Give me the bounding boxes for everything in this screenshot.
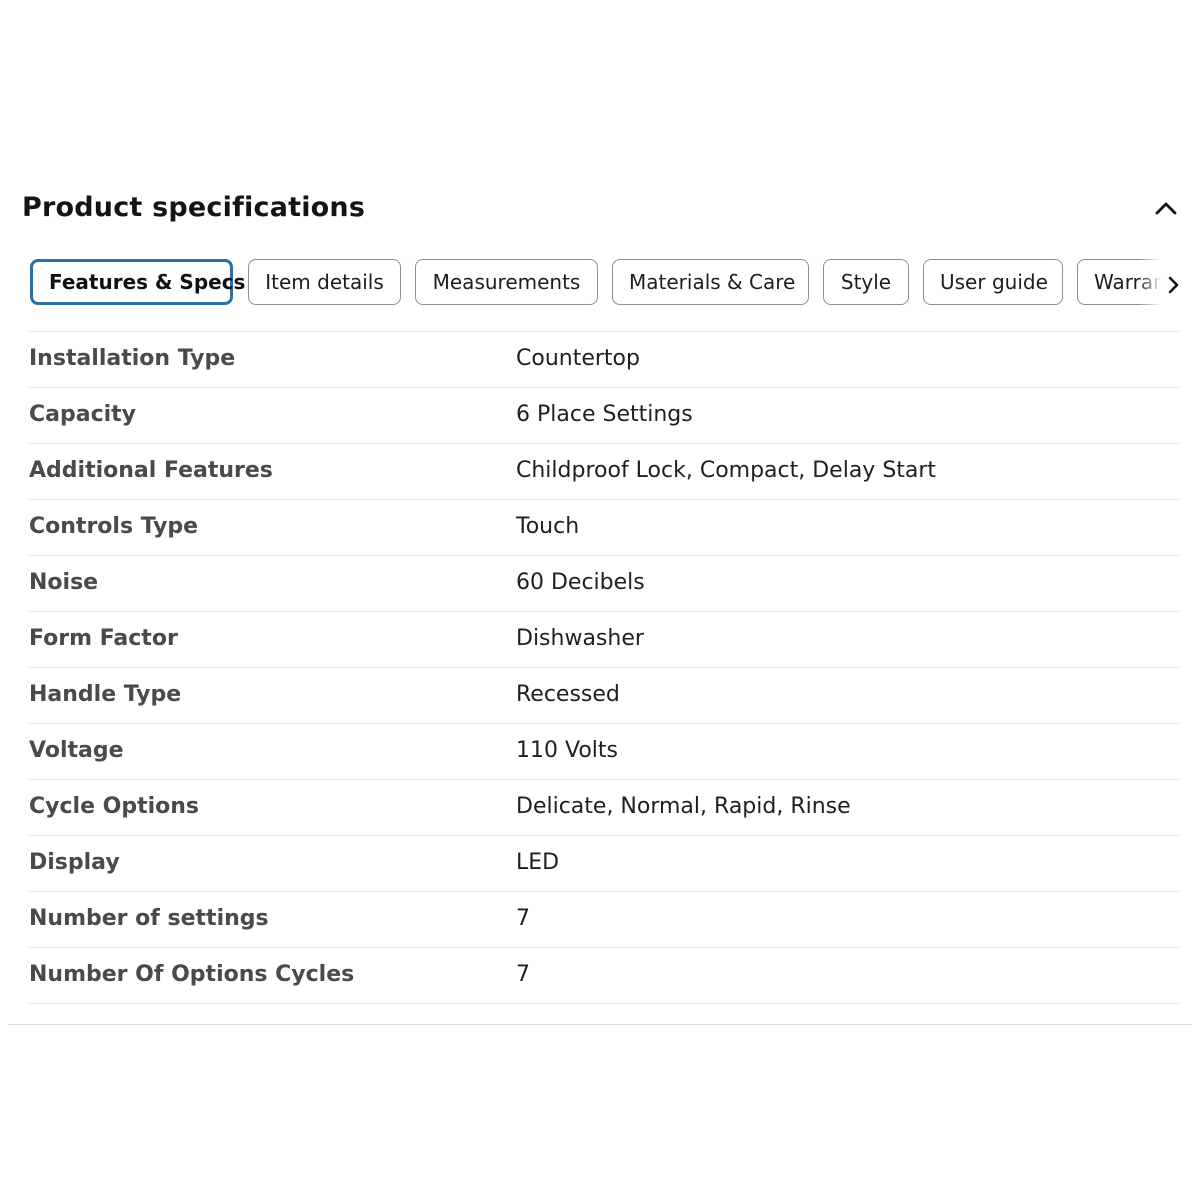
spec-value: Dishwasher (516, 626, 644, 651)
spec-value: Recessed (516, 682, 620, 707)
spec-label: Form Factor (29, 626, 178, 651)
spec-label: Cycle Options (29, 794, 200, 819)
spec-value: LED (516, 850, 560, 875)
spec-value: Childproof Lock, Compact, Delay Start (516, 458, 937, 483)
spec-value: 60 Decibels (516, 570, 645, 595)
spec-table: Installation Type Countertop Capacity 6 … (29, 331, 1179, 1004)
spec-label: Noise (29, 570, 99, 595)
spec-label: Capacity (29, 402, 137, 427)
table-row: Voltage 110 Volts (29, 723, 1179, 779)
spec-value: 110 Volts (516, 738, 618, 763)
spec-value: Countertop (516, 346, 640, 371)
table-row: Installation Type Countertop (29, 331, 1179, 387)
table-row: Number of settings 7 (29, 891, 1179, 947)
table-row: Cycle Options Delicate, Normal, Rapid, R… (29, 779, 1179, 835)
table-row: Controls Type Touch (29, 499, 1179, 555)
chevron-right-icon[interactable] (1164, 273, 1184, 297)
table-row: Handle Type Recessed (29, 667, 1179, 723)
tab-item-details[interactable]: Item details (248, 259, 401, 305)
page: Product specifications Features & Specs … (0, 0, 1200, 1200)
tab-warranty[interactable]: Warranty (1077, 259, 1178, 305)
spec-value: Touch (516, 514, 580, 539)
table-row: Capacity 6 Place Settings (29, 387, 1179, 443)
tab-features-specs[interactable]: Features & Specs (30, 259, 245, 305)
spec-label: Controls Type (29, 514, 199, 539)
tab-style[interactable]: Style (823, 259, 909, 305)
tab-materials-care[interactable]: Materials & Care (612, 259, 809, 305)
table-row: Display LED (29, 835, 1179, 891)
spec-label: Voltage (29, 738, 124, 763)
table-row: Additional Features Childproof Lock, Com… (29, 443, 1179, 499)
spec-tabs: Features & Specs Item details Measuremen… (28, 258, 1178, 310)
spec-label: Installation Type (29, 346, 236, 371)
chevron-up-icon[interactable] (1152, 194, 1180, 222)
table-row: Number Of Options Cycles 7 (29, 947, 1179, 1004)
spec-label: Number Of Options Cycles (29, 962, 355, 987)
spec-label: Display (29, 850, 120, 875)
section-title: Product specifications (22, 192, 366, 223)
tab-user-guide[interactable]: User guide (923, 259, 1063, 305)
spec-label: Handle Type (29, 682, 182, 707)
spec-value: 7 (516, 906, 530, 931)
section-header: Product specifications (22, 188, 1182, 228)
spec-label: Additional Features (29, 458, 273, 483)
spec-value: 7 (516, 962, 530, 987)
spec-label: Number of settings (29, 906, 269, 931)
table-row: Noise 60 Decibels (29, 555, 1179, 611)
spec-value: Delicate, Normal, Rapid, Rinse (516, 794, 851, 819)
table-row: Form Factor Dishwasher (29, 611, 1179, 667)
spec-value: 6 Place Settings (516, 402, 693, 427)
tab-measurements[interactable]: Measurements (415, 259, 598, 305)
product-specifications-section: Product specifications Features & Specs … (8, 170, 1192, 1025)
